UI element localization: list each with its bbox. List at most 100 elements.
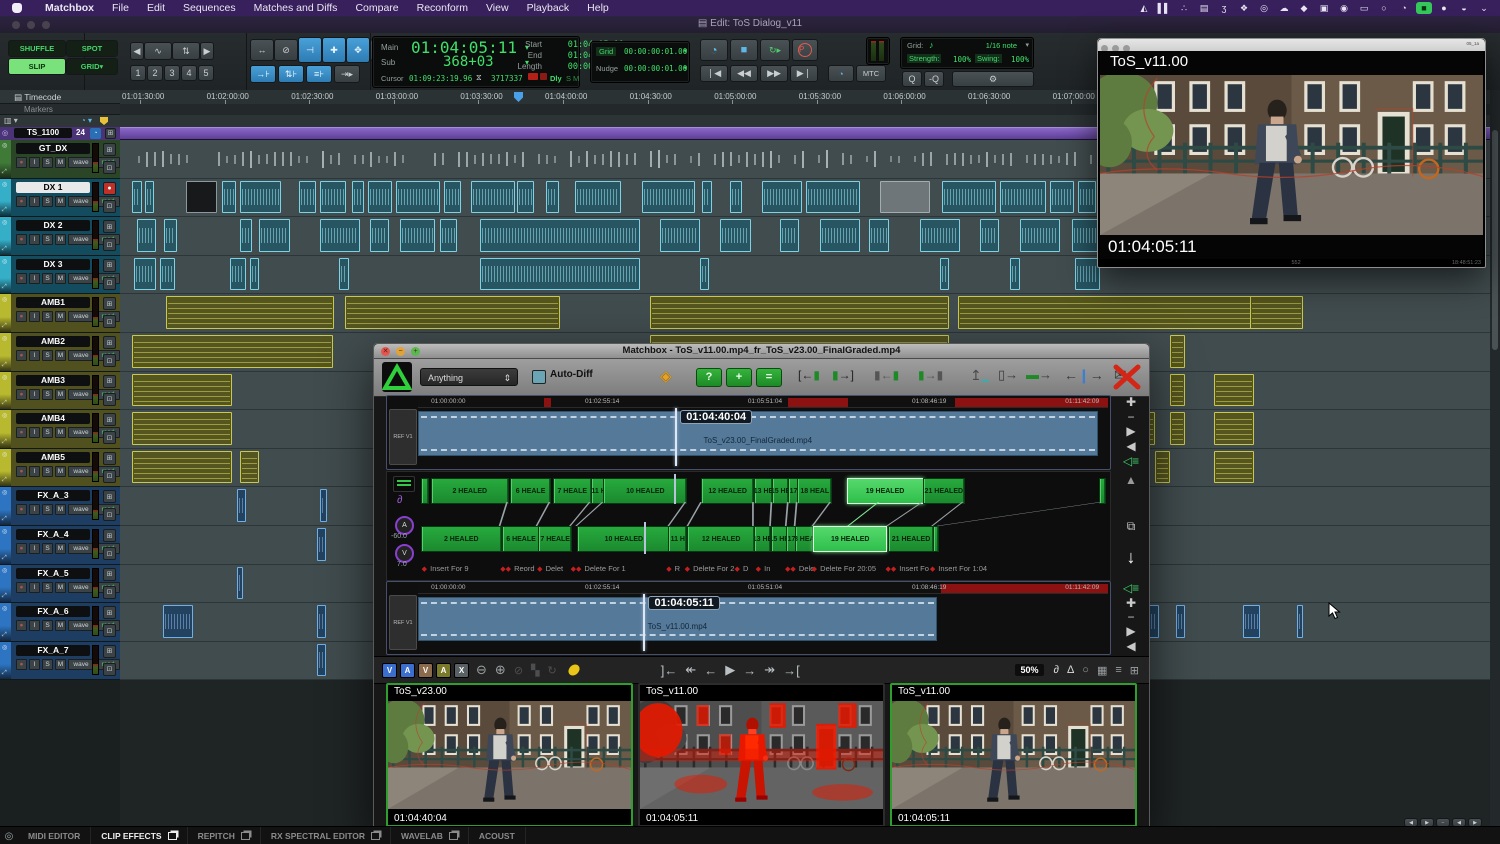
mode-grid-button[interactable]: GRID ▾ [66, 58, 118, 75]
clip[interactable] [132, 451, 231, 484]
heal-segment[interactable]: 10 HEALED [577, 526, 671, 552]
collapse-icon[interactable]: ◎ [2, 335, 7, 342]
clip[interactable] [1020, 219, 1060, 252]
clip[interactable] [1050, 181, 1073, 214]
heal-segment[interactable]: 18 HEAL [797, 478, 832, 504]
resize-icon[interactable]: ⤢ [2, 400, 7, 407]
heal-marker[interactable]: ◆ D [734, 564, 748, 573]
track-name[interactable]: FX_A_6 [16, 606, 90, 617]
ts-button[interactable]: ⊞ [105, 128, 116, 139]
arrow-down-icon[interactable]: ↓ [1121, 549, 1141, 566]
track-name[interactable]: DX 2 [16, 220, 90, 231]
track-view-selector[interactable]: wave [68, 234, 94, 245]
clip[interactable] [370, 219, 389, 252]
clip[interactable] [650, 296, 949, 329]
heal-segment[interactable]: 18 HEAL [795, 526, 813, 552]
heal-segment[interactable] [421, 478, 429, 504]
solo-button[interactable]: S [42, 196, 53, 207]
v-scrollbar[interactable] [1490, 90, 1500, 826]
grid-note-value[interactable]: 1/16 note [986, 41, 1017, 50]
heal-marker[interactable]: ◆ Delete For 2 [685, 564, 735, 573]
clip[interactable] [869, 219, 888, 252]
heal-segment[interactable]: 6 HEALE [502, 526, 540, 552]
track-name[interactable]: FX_A_3 [16, 490, 90, 501]
clip[interactable] [299, 181, 316, 214]
heal-marker[interactable]: ◆◆ Reord [500, 564, 534, 573]
clip[interactable] [517, 181, 534, 214]
forward-button[interactable]: ▶▶ [760, 65, 788, 82]
track-name[interactable]: AMB5 [16, 452, 90, 463]
input-monitor-button[interactable]: I [29, 350, 40, 361]
zoom-right-icon[interactable]: ▶ [200, 42, 214, 60]
heal-marker[interactable]: ◆ Insert For 9 [422, 564, 469, 573]
ref-lane[interactable]: ToS_v23.00_FinalGraded.mp401:04:40:04 [418, 408, 1108, 466]
resize-icon[interactable]: ⤢ [2, 207, 7, 214]
sub-counter[interactable]: 368+03 [443, 54, 494, 70]
clip[interactable] [237, 489, 245, 522]
track-name[interactable]: DX 3 [16, 259, 90, 270]
clip[interactable] [1155, 451, 1170, 484]
clip[interactable] [396, 181, 440, 214]
clip[interactable] [1010, 258, 1020, 291]
statusbar-item-clip-effects[interactable]: CLIP EFFECTS [91, 827, 187, 844]
track-name[interactable]: FX_A_4 [16, 529, 90, 540]
input-monitor-button[interactable]: I [29, 273, 40, 284]
selector-tool-icon[interactable]: ✚ [322, 37, 346, 63]
heal-marker[interactable]: ◆◆ Delete For 1 [571, 564, 626, 573]
thumb-zoom-level[interactable]: 50% [1015, 664, 1043, 676]
solo-button[interactable]: S [42, 350, 53, 361]
zoom-out-icon[interactable]: ⊖ [476, 662, 487, 678]
search-icon[interactable]: ○ [1376, 2, 1392, 14]
screen-record-icon[interactable]: ■ [1416, 2, 1432, 14]
menu-item-file[interactable]: File [103, 2, 138, 14]
swing-value[interactable]: 100% [1011, 55, 1029, 64]
heal-segment[interactable] [1099, 478, 1106, 504]
track-name[interactable]: AMB3 [16, 375, 90, 386]
clip[interactable] [132, 412, 231, 445]
track-view-selector[interactable]: wave [68, 504, 94, 515]
track-view-selector[interactable]: wave [68, 466, 94, 477]
solo-button[interactable]: S [42, 157, 53, 168]
heal-lane-top[interactable]: 2 HEALED6 HEALE7 HEALE11 H10 HEALED12 HE… [421, 478, 1104, 502]
unquantize-button[interactable]: -Q [924, 71, 944, 87]
clip[interactable] [259, 219, 289, 252]
resize-icon[interactable]: ⤢ [2, 246, 7, 253]
clip[interactable] [1170, 374, 1185, 407]
markers-header[interactable]: Markers [0, 104, 120, 115]
zoom-tool-icon[interactable]: ⊘ [274, 39, 298, 61]
clip[interactable] [720, 219, 750, 252]
collapse-icon[interactable]: ◎ [2, 258, 7, 265]
collapse-icon[interactable]: ◎ [2, 528, 7, 535]
resize-icon[interactable]: ⤢ [2, 284, 7, 291]
clip[interactable] [958, 296, 1288, 329]
clip[interactable] [230, 258, 245, 291]
track-view-selector[interactable]: wave [68, 620, 94, 631]
statusbar-item-midi-editor[interactable]: MIDI EDITOR [18, 827, 91, 844]
clip[interactable] [1078, 181, 1096, 214]
heal-segment[interactable]: 7 HEALE [553, 478, 592, 504]
nudge-label[interactable]: Nudge [596, 64, 618, 73]
clip[interactable] [575, 181, 621, 214]
heal-marker[interactable]: ◆◆ Dele [785, 564, 814, 573]
track-view-selector[interactable]: wave [68, 350, 94, 361]
play-ref-icon[interactable]: ▶ [1121, 424, 1141, 439]
collapse-icon[interactable]: ◎ [2, 142, 7, 149]
clip[interactable] [320, 181, 346, 214]
heal-section[interactable]: ∂A-60.0V7.02 HEALED6 HEALE7 HEALE11 H10 … [386, 471, 1111, 581]
clip[interactable] [1072, 219, 1100, 252]
ts-track-name[interactable]: TS_1100 [14, 128, 72, 138]
statusbar-item-rx-spectral-editor[interactable]: RX SPECTRAL EDITOR [261, 827, 391, 844]
go-to-end-button[interactable]: ▶❘ [790, 65, 818, 82]
track-header-dx-1[interactable]: ◎⤢DX 1▾●ISMwaveread●⊡ [0, 179, 120, 218]
track-send-button[interactable]: ⊡ [103, 547, 116, 560]
ref-clip[interactable]: ToS_v23.00_FinalGraded.mp4 [418, 411, 1098, 456]
zoom-in-icon[interactable]: ✚ [1121, 395, 1141, 410]
ref-playhead[interactable] [643, 594, 645, 651]
mute-button[interactable]: M [55, 620, 66, 631]
clip[interactable] [137, 219, 156, 252]
diamond-icon[interactable]: ◈ [660, 367, 672, 385]
add-match-button[interactable]: + [726, 368, 752, 387]
clip[interactable] [317, 644, 325, 677]
clip[interactable] [980, 219, 999, 252]
link-clips-icon[interactable]: ⧉ [1121, 518, 1141, 535]
